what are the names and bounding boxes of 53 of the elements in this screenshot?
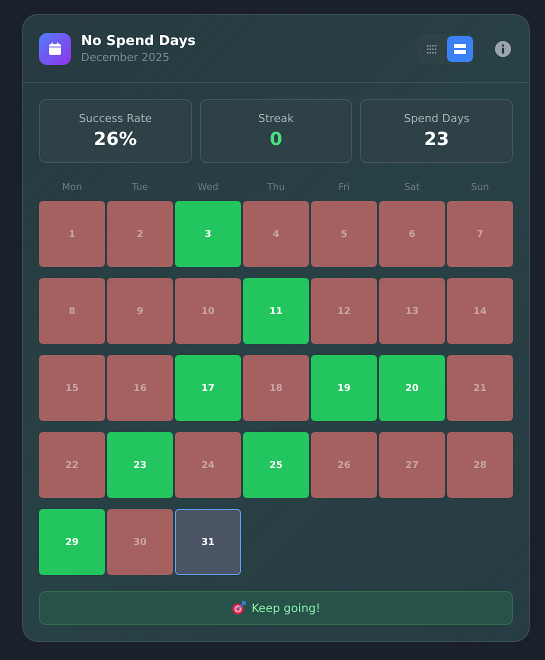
- day-cell[interactable]: 28: [447, 432, 513, 498]
- stat-value: 26%: [94, 129, 137, 150]
- day-cell[interactable]: 8: [39, 278, 105, 344]
- day-cell[interactable]: 15: [39, 355, 105, 421]
- weekday-label: Thu: [266, 181, 286, 195]
- day-cell[interactable]: 12: [311, 278, 377, 344]
- info-icon[interactable]: [495, 40, 511, 56]
- grid-icon: [427, 44, 437, 54]
- day-cell[interactable]: 6: [379, 201, 445, 267]
- day-cell[interactable]: 20: [379, 355, 445, 421]
- weekday-label: Sat: [403, 181, 421, 195]
- day-cell[interactable]: 30: [107, 509, 173, 575]
- stat-label: Success Rate: [78, 112, 152, 125]
- day-cell[interactable]: 23: [107, 432, 173, 498]
- day-cell[interactable]: 5: [311, 201, 377, 267]
- day-cell[interactable]: 4: [243, 201, 309, 267]
- weekday-label: Wed: [196, 181, 220, 195]
- day-cell[interactable]: 3: [175, 201, 241, 267]
- day-cell[interactable]: 16: [107, 355, 173, 421]
- day-cell[interactable]: 24: [175, 432, 241, 498]
- month-label: December 2025: [81, 51, 171, 64]
- stat-label: Spend Days: [404, 112, 470, 125]
- day-cell[interactable]: 31: [175, 509, 241, 575]
- stat-value: 23: [424, 129, 450, 150]
- day-cell[interactable]: 21: [447, 355, 513, 421]
- app-title: No Spend Days: [81, 33, 197, 49]
- day-cell[interactable]: 11: [243, 278, 309, 344]
- day-cell[interactable]: 29: [39, 509, 105, 575]
- status-message: Keep going!: [252, 601, 320, 615]
- day-cell[interactable]: 18: [243, 355, 309, 421]
- day-cell[interactable]: 7: [447, 201, 513, 267]
- weekday-label: Sun: [470, 181, 490, 195]
- stat-value: 0: [270, 129, 282, 150]
- day-cell[interactable]: 14: [447, 278, 513, 344]
- target-icon: [232, 601, 246, 615]
- day-cell[interactable]: 13: [379, 278, 445, 344]
- day-cell[interactable]: 22: [39, 432, 105, 498]
- day-cell[interactable]: 10: [175, 278, 241, 344]
- weekday-label: Fri: [337, 181, 351, 195]
- weekday-label: Mon: [60, 181, 84, 195]
- day-cell[interactable]: 17: [175, 355, 241, 421]
- day-cell[interactable]: 19: [311, 355, 377, 421]
- view-button[interactable]: [447, 36, 473, 62]
- day-cell[interactable]: 27: [379, 432, 445, 498]
- list-icon: [454, 44, 466, 54]
- calendar-icon: [39, 32, 71, 64]
- day-cell[interactable]: 2: [107, 201, 173, 267]
- day-cell[interactable]: 25: [243, 432, 309, 498]
- stat-label: Streak: [258, 112, 294, 125]
- day-cell[interactable]: 9: [107, 278, 173, 344]
- weekday-label: Tue: [130, 181, 150, 195]
- day-cell[interactable]: 1: [39, 201, 105, 267]
- day-cell[interactable]: 26: [311, 432, 377, 498]
